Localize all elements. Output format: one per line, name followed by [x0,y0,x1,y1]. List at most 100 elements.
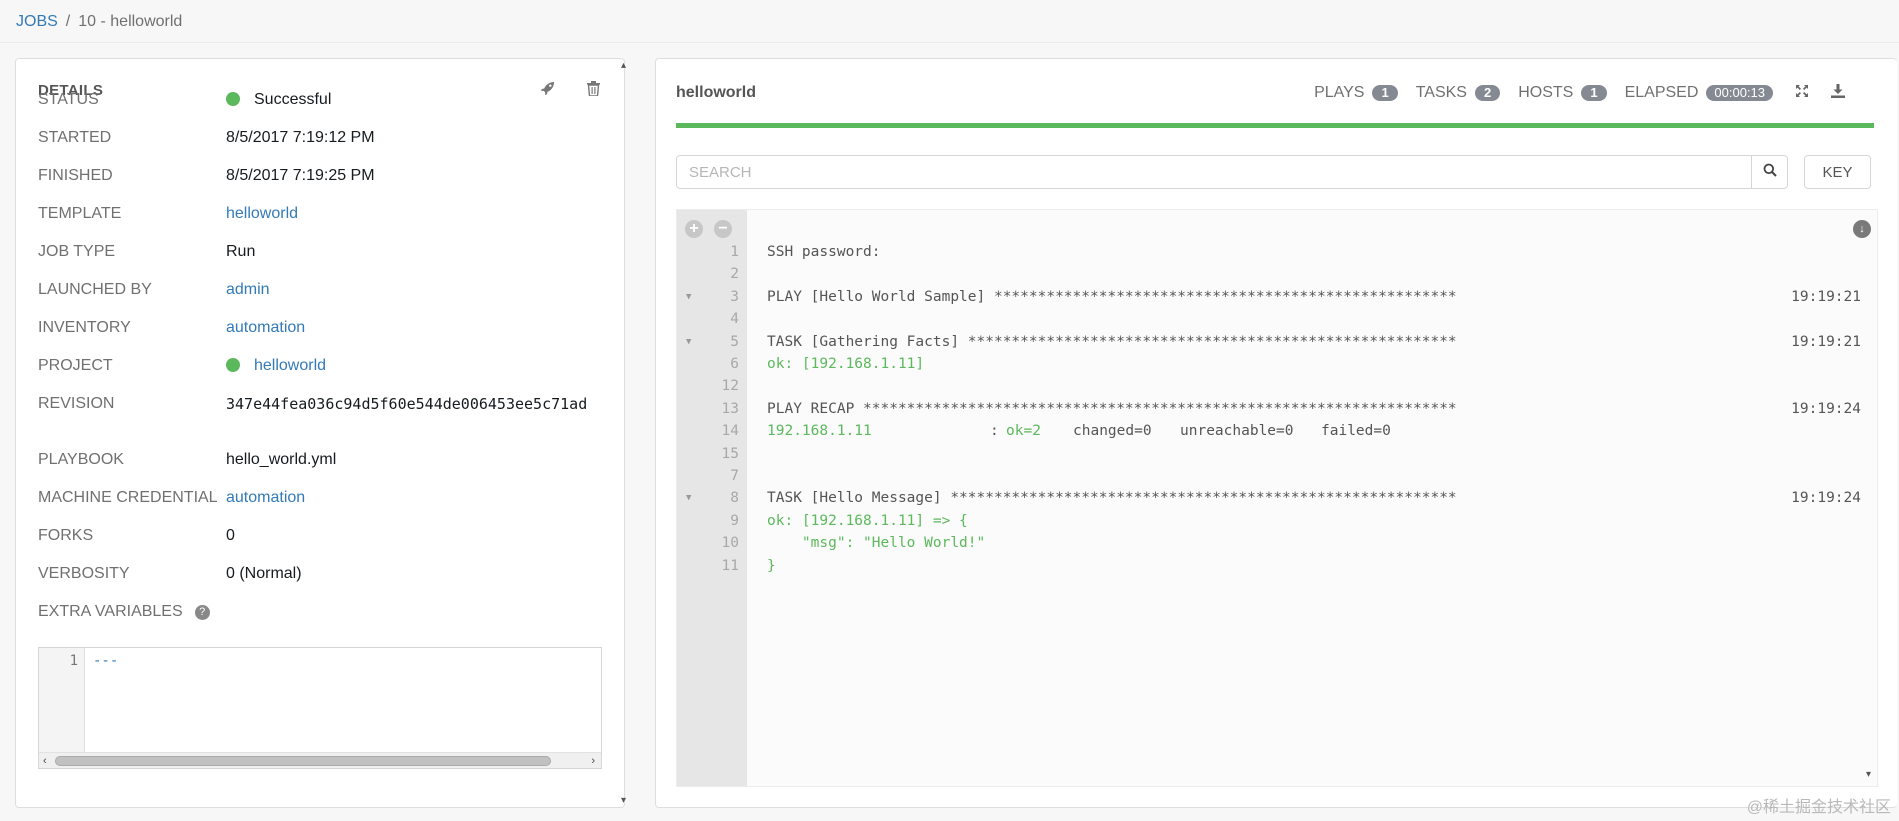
output-scroll-down-icon[interactable]: ▾ [1866,769,1871,780]
template-label: TEMPLATE [38,205,122,222]
output-line-number: 11 [721,557,739,574]
scroll-up-icon[interactable]: ▴ [621,60,626,71]
output-line: 12 [677,375,1867,397]
tasks-stat: TASKS 2 [1416,84,1501,102]
finished-value: 8/5/2017 7:19:25 PM [226,167,375,184]
output-search-box [676,155,1788,189]
output-line-text: "msg": "Hello World!" [767,535,986,552]
launched-by-link[interactable]: admin [226,279,270,301]
recap-changed: changed=0 [1073,423,1152,440]
output-line-text: PLAY [Hello World Sample] **************… [767,288,1457,305]
expand-fullscreen-icon[interactable] [1795,84,1809,102]
editor-horizontal-scrollbar[interactable]: ‹ › [39,752,601,768]
launched-by-label: LAUNCHED BY [38,281,152,298]
scroll-down-icon[interactable]: ▾ [621,795,626,806]
output-line-number: 9 [730,512,739,529]
job-type-value: Run [226,243,256,260]
relaunch-rocket-icon[interactable] [540,81,555,100]
output-line: 6 ok: [192.168.1.11] [677,353,1867,375]
plays-label: PLAYS [1314,84,1365,101]
search-button[interactable] [1751,156,1787,188]
follow-output-icon[interactable]: ↓ [1853,220,1871,238]
search-icon [1763,163,1777,182]
output-line-timestamp: 19:19:21 [1791,333,1861,350]
tasks-count-badge: 2 [1474,85,1501,101]
fold-toggle-icon[interactable]: ▼ [686,331,691,353]
job-name-title: helloworld [676,84,756,101]
revision-label: REVISION [38,395,115,412]
forks-label: FORKS [38,527,94,544]
recap-failed: failed=0 [1321,423,1391,440]
output-line: 2 [677,263,1867,285]
output-line-text: PLAY RECAP *****************************… [767,400,1457,417]
output-line: 13 PLAY RECAP ***************************… [677,398,1867,420]
editor-gutter: 1 [39,648,85,768]
project-status-icon [226,358,240,372]
verbosity-label: VERBOSITY [38,565,130,582]
delete-trash-icon[interactable] [587,81,600,100]
status-value: Successful [226,89,331,111]
output-line-number: 5 [730,333,739,350]
breadcrumb-separator: / [65,13,71,30]
output-line: 15 [677,443,1867,465]
key-button[interactable]: KEY [1804,155,1871,189]
project-link[interactable]: helloworld [254,357,326,374]
output-line-text: } [767,557,776,574]
editor-code: --- [93,653,119,669]
watermark: @稀土掘金技术社区 [1746,799,1891,816]
success-status-icon [226,92,240,106]
help-question-icon[interactable]: ? [194,605,210,620]
machine-credential-link[interactable]: automation [226,487,305,509]
collapse-all-icon[interactable]: − [714,220,732,238]
output-line-number: 10 [721,535,739,552]
details-panel: DETAILS STATUS Successful STARTED 8/5/20… [15,58,625,808]
job-output-panel: helloworld PLAYS 1 TASKS 2 HOSTS 1 ELAPSED 0… [655,58,1897,808]
details-actions [540,81,600,100]
output-line-number: 8 [730,490,739,507]
plays-stat: PLAYS 1 [1314,84,1398,102]
elapsed-badge: 00:00:13 [1706,85,1773,101]
hosts-stat: HOSTS 1 [1518,84,1607,102]
output-line-number: 2 [730,266,739,283]
output-line-number: 3 [730,288,739,305]
fold-toggle-icon[interactable]: ▼ [686,487,691,509]
scroll-left-icon[interactable]: ‹ [43,753,47,769]
output-line: ▼ 5 TASK [Gathering Facts] ***************… [677,331,1867,353]
output-line-number: 13 [721,400,739,417]
fold-toggle-icon[interactable]: ▼ [686,286,691,308]
output-line-number: 12 [721,378,739,395]
output-search-input[interactable] [677,156,1751,188]
output-line-timestamp: 19:19:24 [1791,400,1861,417]
output-line-timestamp: 19:19:21 [1791,288,1861,305]
extra-variables-label: EXTRA VARIABLES? [38,601,210,623]
output-line-text: SSH password: [767,244,881,260]
verbosity-value: 0 (Normal) [226,565,302,582]
output-line: ▼ 8 TASK [Hello Message] *****************… [677,487,1867,509]
output-line-number: 15 [721,445,739,462]
hosts-label: HOSTS [1518,84,1574,101]
breadcrumb-current: 10 - helloworld [78,13,183,30]
finished-label: FINISHED [38,167,113,184]
inventory-link[interactable]: automation [226,317,305,339]
output-line: 4 [677,308,1867,330]
header-divider [0,42,1899,43]
started-label: STARTED [38,129,112,146]
project-value: helloworld [226,355,326,377]
recap-colon: : [990,423,999,440]
breadcrumb-jobs-link[interactable]: JOBS [16,13,58,30]
expand-all-icon[interactable]: + [685,220,703,238]
scroll-right-icon[interactable]: › [591,753,595,769]
playbook-value: hello_world.yml [226,451,337,468]
recap-unreachable: unreachable=0 [1180,423,1294,440]
scrollbar-thumb[interactable] [55,756,551,766]
output-line-number: 1 [730,244,739,260]
download-icon[interactable] [1831,84,1845,102]
job-stats: PLAYS 1 TASKS 2 HOSTS 1 ELAPSED 00:00:13 [1314,84,1845,102]
template-link[interactable]: helloworld [226,203,298,225]
breadcrumb: JOBS / 10 - helloworld [16,13,182,31]
extra-variables-editor[interactable]: 1 --- ‹ › [38,647,602,769]
output-line-timestamp: 19:19:24 [1791,490,1861,507]
output-line: 10 "msg": "Hello World!" [677,532,1867,554]
details-scrollbar[interactable]: ▴ ▾ [618,58,634,808]
status-label: STATUS [38,91,99,108]
